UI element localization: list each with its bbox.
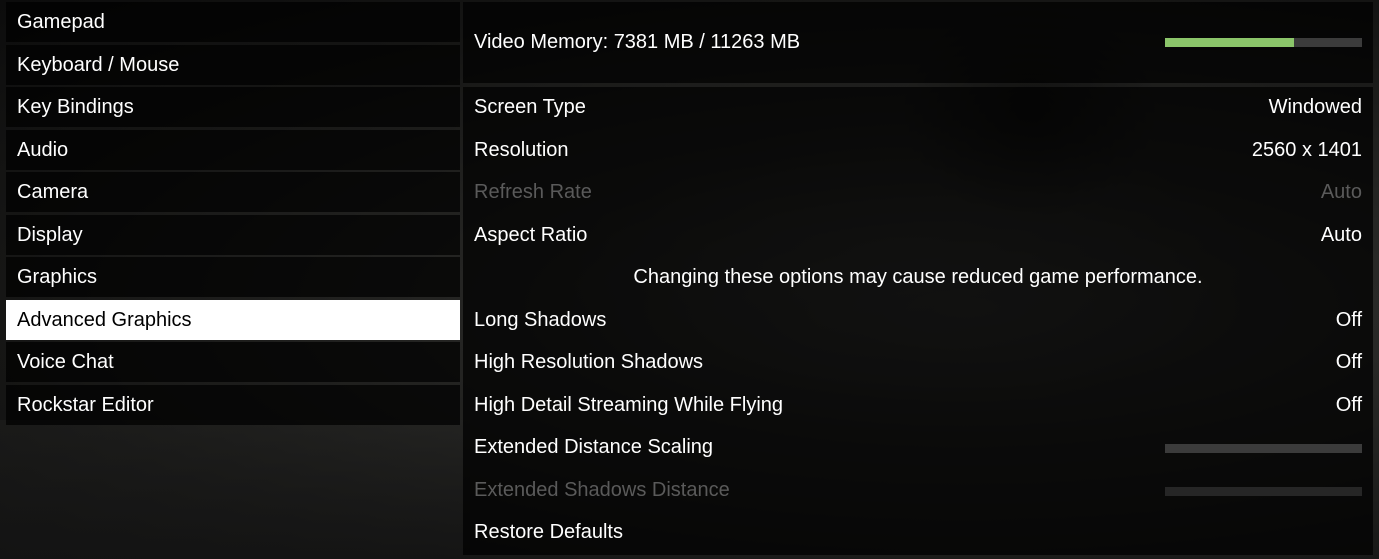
settings-panel: Video Memory: 7381 MB / 11263 MB Screen … [463, 2, 1373, 555]
menu-item-voice-chat[interactable]: Voice Chat [6, 342, 460, 382]
menu-item-display[interactable]: Display [6, 214, 460, 255]
setting-label: Resolution [474, 138, 569, 161]
setting-screen-type[interactable]: Screen Type Windowed [463, 87, 1373, 130]
menu-item-camera[interactable]: Camera [6, 172, 460, 212]
video-memory-bar [1165, 38, 1362, 47]
setting-label: Extended Distance Scaling [474, 436, 714, 458]
setting-value: Off [1335, 308, 1362, 331]
video-memory-box: Video Memory: 7381 MB / 11263 MB [463, 2, 1373, 83]
menu-item-advanced-graphics[interactable]: Advanced Graphics [6, 299, 460, 340]
menu-item-keyboard-mouse[interactable]: Keyboard / Mouse [6, 44, 460, 85]
background-ground [0, 420, 470, 559]
setting-value: Auto [1320, 181, 1362, 203]
setting-label: Screen Type [474, 96, 586, 118]
menu-item-audio[interactable]: Audio [6, 129, 460, 170]
setting-aspect-ratio[interactable]: Aspect Ratio Auto [463, 215, 1373, 258]
extended-distance-scaling-slider[interactable] [1165, 444, 1362, 453]
extended-shadows-distance-slider [1165, 486, 1362, 496]
menu-item-gamepad[interactable]: Gamepad [6, 2, 460, 42]
setting-long-shadows[interactable]: Long Shadows Off [463, 300, 1373, 343]
setting-label: Extended Shadows Distance [474, 478, 730, 501]
video-memory-bar-fill [1165, 38, 1295, 47]
setting-label: Refresh Rate [474, 181, 592, 203]
setting-label: High Resolution Shadows [474, 351, 704, 373]
setting-value: Windowed [1268, 96, 1362, 118]
settings-list: Screen Type Windowed Resolution 2560 x 1… [463, 87, 1373, 555]
setting-value: Off [1335, 393, 1362, 416]
menu-item-graphics[interactable]: Graphics [6, 257, 460, 297]
setting-resolution[interactable]: Resolution 2560 x 1401 [463, 130, 1373, 173]
setting-refresh-rate: Refresh Rate Auto [463, 172, 1373, 215]
setting-value: Auto [1320, 223, 1362, 246]
setting-label: High Detail Streaming While Flying [474, 393, 784, 416]
setting-value: Off [1335, 351, 1362, 373]
performance-warning: Changing these options may cause reduced… [463, 257, 1373, 300]
setting-extended-shadows-distance: Extended Shadows Distance [463, 470, 1373, 513]
performance-warning-text: Changing these options may cause reduced… [633, 266, 1203, 288]
setting-label: Aspect Ratio [474, 223, 588, 246]
menu-item-rockstar-editor[interactable]: Rockstar Editor [6, 384, 460, 425]
setting-label: Long Shadows [474, 308, 607, 331]
menu-item-key-bindings[interactable]: Key Bindings [6, 87, 460, 127]
setting-value: 2560 x 1401 [1251, 138, 1362, 161]
video-memory-label: Video Memory: 7381 MB / 11263 MB [474, 31, 801, 53]
settings-menu: Gamepad Keyboard / Mouse Key Bindings Au… [6, 2, 460, 427]
restore-defaults-label: Restore Defaults [474, 521, 623, 543]
setting-extended-distance-scaling[interactable]: Extended Distance Scaling [463, 427, 1373, 470]
setting-high-resolution-shadows[interactable]: High Resolution Shadows Off [463, 342, 1373, 385]
restore-defaults-button[interactable]: Restore Defaults [463, 512, 1373, 555]
setting-high-detail-streaming[interactable]: High Detail Streaming While Flying Off [463, 385, 1373, 428]
